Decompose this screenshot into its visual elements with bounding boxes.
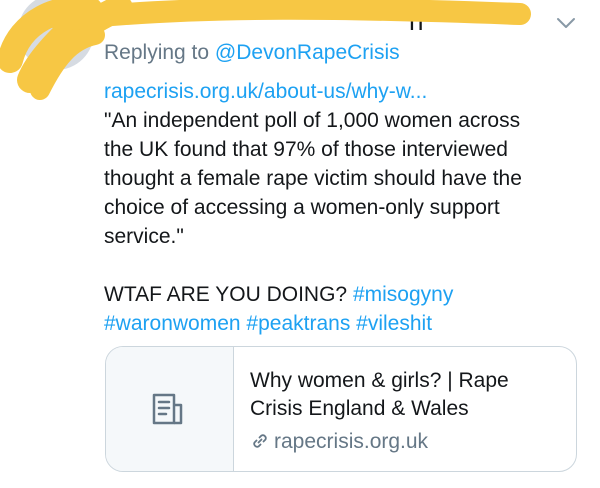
card-title[interactable]: Why women & girls? | Rape Crisis England… bbox=[250, 367, 560, 423]
hashtag-misogyny[interactable]: #misogyny bbox=[353, 283, 453, 306]
hashtag-vileshit[interactable]: #vileshit bbox=[356, 312, 432, 335]
chevron-down-icon[interactable] bbox=[553, 10, 579, 36]
avatar[interactable] bbox=[18, 0, 94, 70]
hashtag-waronwomen[interactable]: #waronwomen bbox=[104, 312, 241, 335]
tweet: n Replying to @DevonRapeCrisis rapecrisi… bbox=[0, 0, 600, 488]
quote-line-1: "An independent poll of 1,000 women acro… bbox=[104, 109, 521, 132]
hashtag-peaktrans[interactable]: #peaktrans bbox=[246, 312, 350, 335]
card-domain-text: rapecrisis.org.uk bbox=[274, 430, 429, 453]
link-preview-card[interactable]: Why women & girls? | Rape Crisis England… bbox=[105, 346, 577, 472]
card-thumbnail bbox=[106, 347, 234, 471]
quote-line-5: service." bbox=[104, 225, 184, 248]
quote-line-2: the UK found that 97% of those interview… bbox=[104, 138, 508, 161]
replying-mention-link[interactable]: @DevonRapeCrisis bbox=[215, 41, 400, 64]
quote-line-4: choice of accessing a women-only support bbox=[104, 196, 500, 219]
hashtag-line: #waronwomen #peaktrans #vileshit bbox=[104, 309, 584, 338]
shout-text: WTAF ARE YOU DOING? bbox=[104, 283, 348, 306]
link-icon bbox=[253, 434, 267, 448]
document-icon bbox=[152, 393, 183, 425]
shout-line: WTAF ARE YOU DOING? #misogyny bbox=[104, 280, 584, 309]
quote-line-3: thought a female rape victim should have… bbox=[104, 167, 522, 190]
replying-to: Replying to @DevonRapeCrisis bbox=[104, 41, 400, 65]
tweet-text: rapecrisis.org.uk/about-us/why-w... "An … bbox=[104, 77, 584, 338]
card-domain: rapecrisis.org.uk bbox=[250, 430, 428, 454]
author-visible-fragment: n bbox=[409, 6, 424, 36]
replying-prefix: Replying to bbox=[104, 41, 210, 64]
tweet-link[interactable]: rapecrisis.org.uk/about-us/why-w... bbox=[104, 77, 584, 106]
